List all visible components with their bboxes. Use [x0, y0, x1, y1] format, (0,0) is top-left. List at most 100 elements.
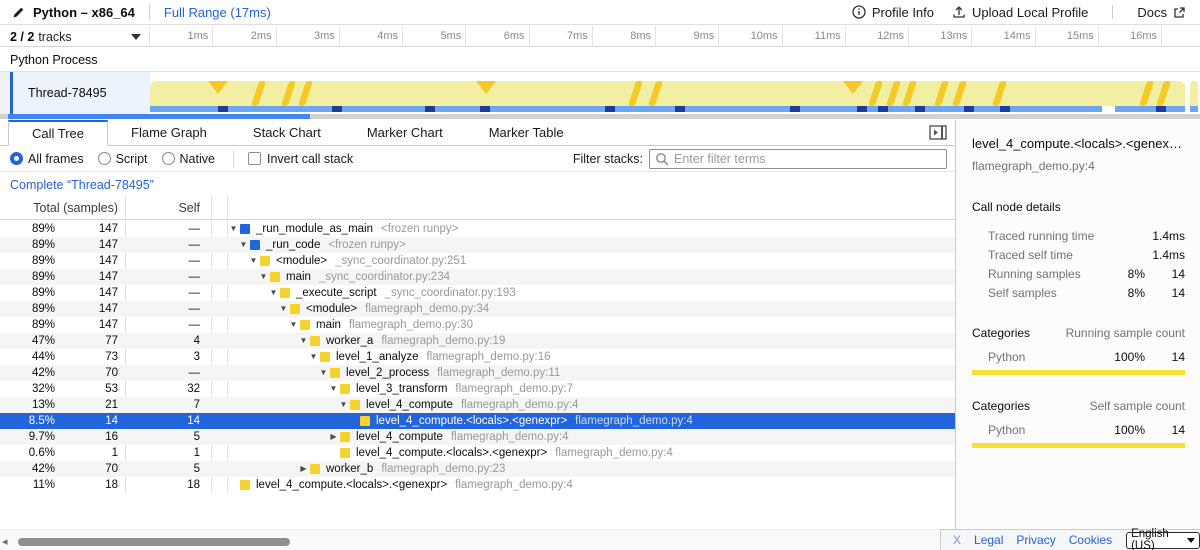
table-row[interactable]: 9.7%165▶level_4_computeflamegraph_demo.p… — [0, 429, 955, 445]
marker-triangle-icon — [843, 81, 863, 94]
radio-all-frames[interactable] — [10, 152, 23, 165]
column-self-header[interactable]: Self — [125, 201, 211, 215]
category-count: 14 — [1145, 423, 1185, 437]
row-self-samples: 7 — [125, 397, 211, 413]
row-total-samples: 21 — [55, 397, 125, 413]
column-total-header[interactable]: Total (samples) — [0, 201, 125, 215]
row-total-samples: 73 — [55, 349, 125, 365]
sample-strip-dark-segment — [878, 106, 888, 112]
table-row[interactable]: 89%147—▼mainflamegraph_demo.py:30 — [0, 317, 955, 333]
ruler-tick: 8ms — [593, 26, 656, 47]
category-square-icon — [330, 368, 340, 378]
radio-label: All frames — [28, 152, 84, 166]
profile-info-button[interactable]: Profile Info — [852, 5, 934, 20]
sample-strip-segment — [150, 106, 1102, 112]
collapse-icon[interactable]: ▼ — [317, 365, 330, 381]
collapse-icon[interactable]: ▼ — [337, 397, 350, 413]
row-total-samples: 147 — [55, 221, 125, 237]
thread-track-label[interactable]: Thread-78495 — [13, 72, 150, 114]
category-count-header: Running sample count — [1066, 326, 1185, 340]
marker-slash-icon — [628, 81, 643, 106]
function-file-line: flamegraph_demo.py:16 — [426, 349, 550, 365]
row-spacer — [211, 381, 227, 397]
collapse-icon[interactable]: ▼ — [327, 381, 340, 397]
thread-activity-graph[interactable] — [150, 72, 1200, 114]
tab-flame-graph[interactable]: Flame Graph — [108, 120, 230, 145]
row-function-cell: ▼level_3_transformflamegraph_demo.py:7 — [227, 381, 955, 397]
timeline-scrollbar-thumb[interactable] — [8, 114, 310, 119]
expand-icon[interactable]: ▶ — [327, 429, 340, 445]
row-self-samples: — — [125, 317, 211, 333]
collapse-icon[interactable]: ▼ — [277, 301, 290, 317]
collapse-icon[interactable]: ▼ — [287, 317, 300, 333]
table-row[interactable]: 11%1818level_4_compute.<locals>.<genexpr… — [0, 477, 955, 493]
footer-link-privacy[interactable]: Privacy — [1016, 533, 1055, 547]
footer-link-x[interactable]: X — [953, 533, 961, 547]
collapse-icon[interactable]: ▼ — [267, 285, 280, 301]
table-row[interactable]: 89%147—▼_run_code<frozen runpy> — [0, 237, 955, 253]
table-row[interactable]: 89%147—▼<module>flamegraph_demo.py:34 — [0, 301, 955, 317]
timeline-scrollbar[interactable] — [0, 114, 1200, 119]
collapse-icon[interactable]: ▼ — [307, 349, 320, 365]
edit-pencil-icon[interactable] — [12, 6, 25, 19]
table-row[interactable]: 0.6%11level_4_compute.<locals>.<genexpr>… — [0, 445, 955, 461]
call-node-metrics: Traced running time1.4msTraced self time… — [972, 226, 1185, 302]
collapse-icon[interactable]: ▼ — [237, 237, 250, 253]
tab-marker-chart[interactable]: Marker Chart — [344, 120, 466, 145]
row-function-cell: ▼<module>_sync_coordinator.py:251 — [227, 253, 955, 269]
metric-percent: 8% — [1103, 267, 1145, 281]
collapse-icon[interactable]: ▼ — [247, 253, 260, 269]
tab-marker-table[interactable]: Marker Table — [466, 120, 587, 145]
table-row[interactable]: 32%5332▼level_3_transformflamegraph_demo… — [0, 381, 955, 397]
table-row[interactable]: 89%147—▼_execute_script_sync_coordinator… — [0, 285, 955, 301]
radio-native[interactable] — [162, 152, 175, 165]
row-self-samples: — — [125, 253, 211, 269]
collapse-icon[interactable]: ▼ — [227, 221, 240, 237]
table-row[interactable]: 42%70—▼level_2_processflamegraph_demo.py… — [0, 365, 955, 381]
marker-slash-icon — [1139, 81, 1154, 106]
language-select[interactable]: English (US) — [1126, 532, 1200, 549]
row-function-cell: ▶worker_bflamegraph_demo.py:23 — [227, 461, 955, 477]
tab-stack-chart[interactable]: Stack Chart — [230, 120, 344, 145]
row-total-percent: 89% — [0, 317, 55, 333]
table-row[interactable]: 42%705▶worker_bflamegraph_demo.py:23 — [0, 461, 955, 477]
breadcrumb: Complete “Thread-78495” — [0, 173, 955, 196]
docs-link[interactable]: Docs — [1137, 5, 1186, 20]
full-range-link[interactable]: Full Range (17ms) — [164, 5, 271, 20]
function-file-line: flamegraph_demo.py:11 — [437, 365, 560, 381]
collapse-icon[interactable]: ▼ — [257, 269, 270, 285]
hscroll-thumb[interactable] — [18, 538, 290, 546]
row-total-percent: 44% — [0, 349, 55, 365]
footer-link-cookies[interactable]: Cookies — [1069, 533, 1112, 547]
function-file-line: <frozen runpy> — [381, 221, 458, 237]
radio-script[interactable] — [98, 152, 111, 165]
table-row[interactable]: 13%217▼level_4_computeflamegraph_demo.py… — [0, 397, 955, 413]
tab-call-tree[interactable]: Call Tree — [8, 120, 108, 146]
track-python-process[interactable]: Python Process — [0, 48, 1200, 72]
table-row[interactable]: 47%774▼worker_aflamegraph_demo.py:19 — [0, 333, 955, 349]
table-row[interactable]: 89%147—▼<module>_sync_coordinator.py:251 — [0, 253, 955, 269]
sample-strip-dark-segment — [790, 106, 800, 112]
table-row[interactable]: 89%147—▼_run_module_as_main<frozen runpy… — [0, 221, 955, 237]
hscroll-left-arrow[interactable]: ◂ — [2, 536, 8, 548]
category-bar-fill — [972, 443, 1185, 448]
function-name: worker_a — [326, 333, 373, 349]
sample-strip-dark-segment — [218, 106, 228, 112]
ruler-tick: 2ms — [213, 26, 276, 47]
table-row[interactable]: 8.5%1414level_4_compute.<locals>.<genexp… — [0, 413, 955, 429]
tracks-dropdown[interactable]: 2 / 2 tracks — [0, 26, 150, 47]
collapse-icon[interactable]: ▼ — [297, 333, 310, 349]
upload-profile-button[interactable]: Upload Local Profile — [952, 5, 1088, 20]
marker-slash-icon — [952, 81, 967, 106]
row-self-samples: — — [125, 285, 211, 301]
expand-icon[interactable]: ▶ — [297, 461, 310, 477]
sidebar-toggle-icon[interactable] — [929, 125, 947, 140]
breadcrumb-complete-thread[interactable]: Complete “Thread-78495” — [10, 178, 154, 192]
invert-call-stack-checkbox[interactable] — [248, 152, 261, 165]
footer-link-legal[interactable]: Legal — [974, 533, 1003, 547]
track-thread[interactable]: Thread-78495 — [0, 72, 1200, 114]
filter-stacks-input[interactable] — [649, 149, 947, 169]
table-row[interactable]: 44%733▼level_1_analyzeflamegraph_demo.py… — [0, 349, 955, 365]
marker-slash-icon — [648, 81, 663, 106]
table-row[interactable]: 89%147—▼main_sync_coordinator.py:234 — [0, 269, 955, 285]
